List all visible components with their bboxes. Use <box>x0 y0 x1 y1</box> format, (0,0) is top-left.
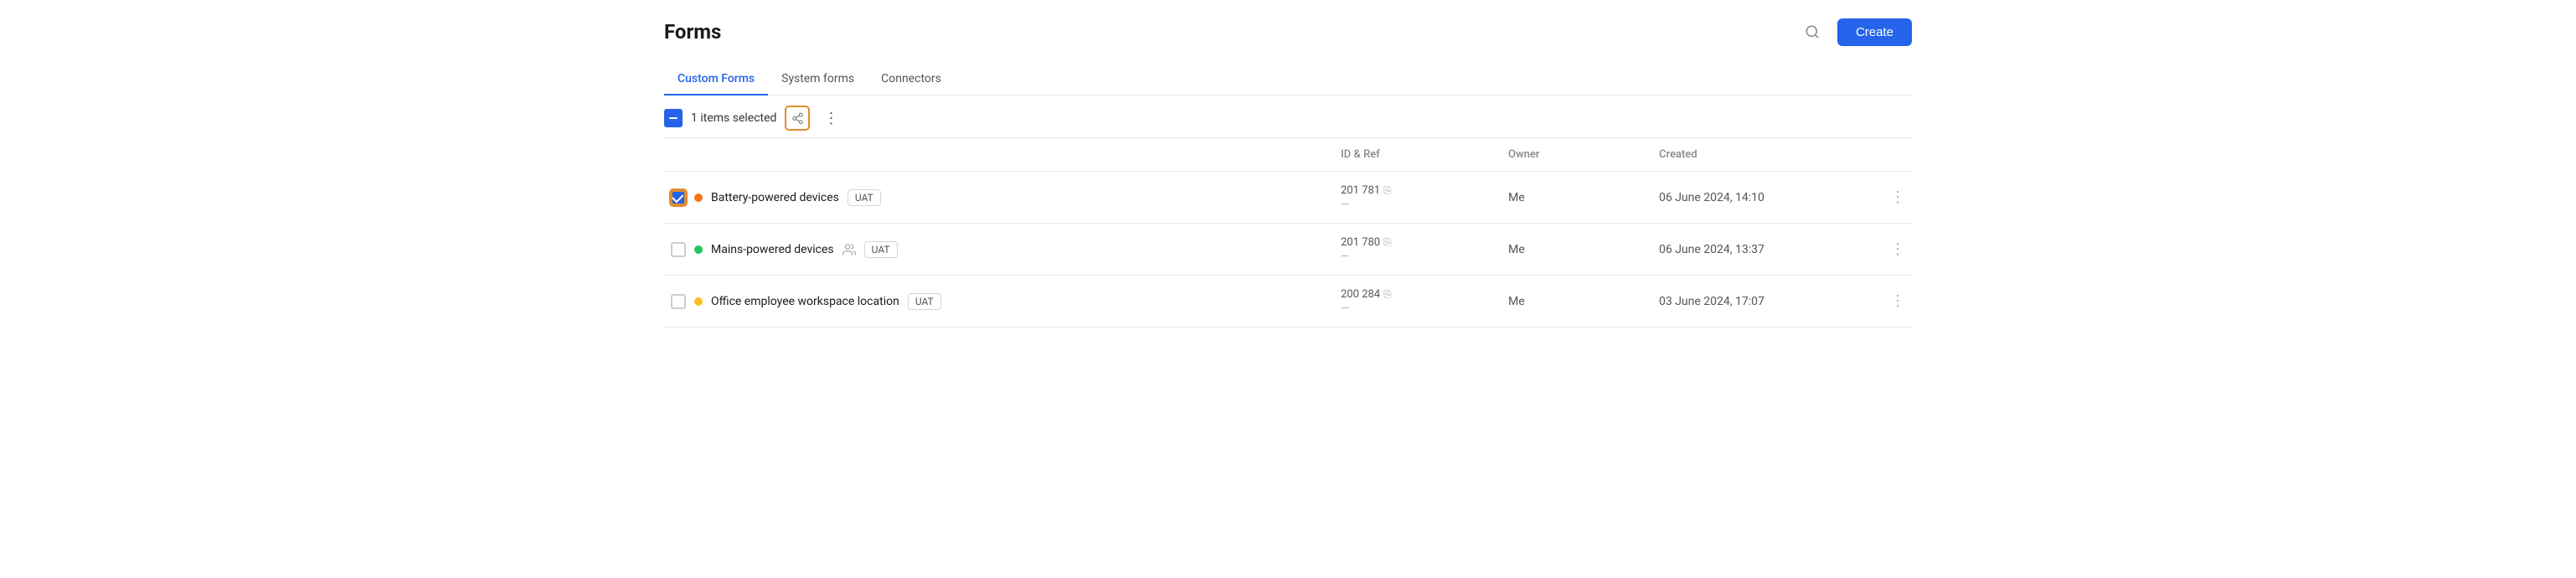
tab-connectors[interactable]: Connectors <box>868 64 955 95</box>
page-header: Forms Create <box>664 17 1912 47</box>
tab-system-forms[interactable]: System forms <box>768 64 868 95</box>
create-button[interactable]: Create <box>1837 18 1912 46</box>
row-1-name: Battery-powered devices <box>711 191 839 204</box>
row-main-1: Battery-powered devices UAT <box>664 179 1334 216</box>
col-header-created: Created <box>1652 145 1887 164</box>
table-row: Battery-powered devices UAT 201 781 ⎘ — … <box>664 172 1912 224</box>
row-3-ref: — <box>1341 302 1495 315</box>
row-1-ref: — <box>1341 199 1495 211</box>
row-3-actions: ⋮ <box>1887 279 1912 323</box>
row-2-owner: Me <box>1502 233 1652 266</box>
row-3-more-button[interactable]: ⋮ <box>1887 289 1909 313</box>
select-all-button[interactable] <box>664 109 683 127</box>
row-2-tag: UAT <box>864 241 898 258</box>
share-button[interactable] <box>785 106 810 131</box>
row-1-id-cell: 201 781 ⎘ — <box>1334 174 1502 221</box>
selection-toolbar: 1 items selected ⋮ <box>664 95 1912 138</box>
row-1-owner: Me <box>1502 181 1652 214</box>
row-main-3: Office employee workspace location UAT <box>664 283 1334 320</box>
row-3-name: Office employee workspace location <box>711 295 899 308</box>
table-row: Mains-powered devices UAT 201 780 ⎘ — Me… <box>664 224 1912 276</box>
row-1-copy-icon[interactable]: ⎘ <box>1383 184 1392 197</box>
row-1-checkbox[interactable] <box>671 190 686 205</box>
row-2-ref: — <box>1341 250 1495 263</box>
row-2-name: Mains-powered devices <box>711 243 834 256</box>
col-header-id: ID & Ref <box>1334 145 1502 164</box>
more-icon: ⋮ <box>823 110 838 127</box>
table-row: Office employee workspace location UAT 2… <box>664 276 1912 328</box>
row-2-shared-icon <box>842 243 856 256</box>
row-2-checkbox[interactable] <box>671 242 686 257</box>
row-3-created: 03 June 2024, 17:07 <box>1652 285 1887 318</box>
col-header-owner: Owner <box>1502 145 1652 164</box>
table-header: ID & Ref Owner Created <box>664 138 1912 172</box>
items-selected-text: items selected <box>700 111 776 125</box>
deselect-icon <box>669 117 677 119</box>
toolbar-more-button[interactable]: ⋮ <box>818 106 843 131</box>
selected-count: 1 <box>691 111 698 125</box>
row-1-status-dot <box>694 194 703 202</box>
row-2-actions: ⋮ <box>1887 227 1912 271</box>
row-3-tag: UAT <box>908 293 941 310</box>
row-1-actions: ⋮ <box>1887 175 1912 219</box>
row-main-2: Mains-powered devices UAT <box>664 231 1334 268</box>
tabs-bar: Custom Forms System forms Connectors <box>664 64 1912 95</box>
page-title: Forms <box>664 20 721 44</box>
row-1-more-button[interactable]: ⋮ <box>1887 185 1909 209</box>
row-3-id-number: 200 284 <box>1341 288 1380 301</box>
row-3-owner: Me <box>1502 285 1652 318</box>
col-header-name <box>664 145 1334 164</box>
row-3-status-dot <box>694 297 703 306</box>
tab-custom-forms[interactable]: Custom Forms <box>664 64 768 95</box>
row-2-created: 06 June 2024, 13:37 <box>1652 233 1887 266</box>
row-3-copy-icon[interactable]: ⎘ <box>1383 288 1392 301</box>
row-3-id-cell: 200 284 ⎘ — <box>1334 278 1502 325</box>
search-button[interactable] <box>1797 17 1827 47</box>
row-2-copy-icon[interactable]: ⎘ <box>1383 236 1392 249</box>
row-2-id-cell: 201 780 ⎘ — <box>1334 226 1502 273</box>
row-2-id-number: 201 780 <box>1341 236 1380 249</box>
forms-table: ID & Ref Owner Created Battery-powered d… <box>664 138 1912 328</box>
selected-count-label: 1 items selected <box>691 111 776 125</box>
col-header-actions <box>1887 145 1912 164</box>
header-actions: Create <box>1797 17 1912 47</box>
row-1-tag: UAT <box>848 189 881 206</box>
row-3-checkbox[interactable] <box>671 294 686 309</box>
row-2-status-dot <box>694 245 703 254</box>
row-2-more-button[interactable]: ⋮ <box>1887 237 1909 261</box>
row-1-created: 06 June 2024, 14:10 <box>1652 181 1887 214</box>
search-icon <box>1805 24 1820 39</box>
share-icon <box>791 112 804 125</box>
row-1-id-number: 201 781 <box>1341 184 1380 197</box>
